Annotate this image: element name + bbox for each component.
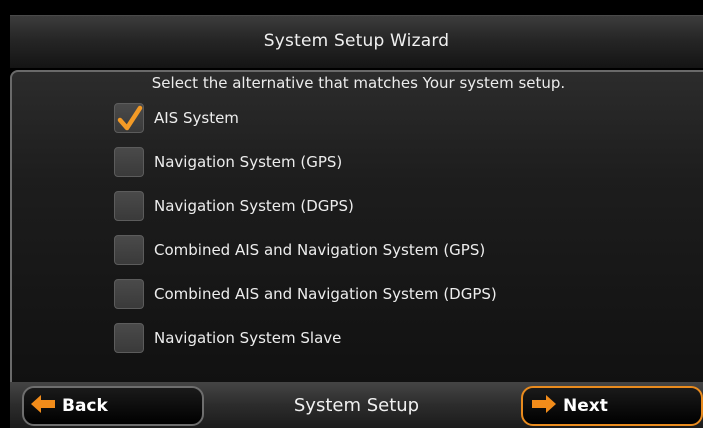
checkbox-nav-gps[interactable] (114, 147, 144, 177)
checkbox-ais-system[interactable] (114, 103, 144, 133)
option-nav-slave[interactable]: Navigation System Slave (114, 322, 341, 354)
checkbox-combined-gps[interactable] (114, 235, 144, 265)
option-combined-gps[interactable]: Combined AIS and Navigation System (GPS) (114, 234, 485, 266)
left-arrow-icon (30, 394, 56, 419)
page-title: System Setup Wizard (263, 31, 450, 51)
option-nav-gps[interactable]: Navigation System (GPS) (114, 146, 342, 178)
checkbox-nav-dgps[interactable] (114, 191, 144, 221)
next-button-label: Next (563, 396, 608, 416)
option-label: Navigation System (GPS) (154, 153, 343, 171)
checkbox-nav-slave[interactable] (114, 323, 144, 353)
option-label: Combined AIS and Navigation System (GPS) (154, 241, 486, 259)
option-label: Navigation System (DGPS) (154, 197, 354, 215)
option-label: Navigation System Slave (154, 329, 342, 347)
back-button[interactable]: Back (22, 386, 204, 426)
option-label: AIS System (154, 109, 239, 127)
option-combined-dgps[interactable]: Combined AIS and Navigation System (DGPS… (114, 278, 497, 310)
options-panel: Select the alternative that matches Your… (10, 70, 703, 382)
next-button[interactable]: Next (521, 386, 703, 426)
option-ais-system[interactable]: AIS System (114, 102, 239, 134)
title-bar: System Setup Wizard (10, 15, 703, 68)
option-nav-dgps[interactable]: Navigation System (DGPS) (114, 190, 354, 222)
right-arrow-icon (531, 394, 557, 419)
checkmark-icon (117, 105, 143, 131)
instruction-text: Select the alternative that matches Your… (151, 74, 566, 92)
back-button-label: Back (62, 396, 108, 416)
option-label: Combined AIS and Navigation System (DGPS… (154, 285, 497, 303)
app-screen: System Setup Wizard Select the alternati… (0, 0, 703, 428)
checkbox-combined-dgps[interactable] (114, 279, 144, 309)
bottom-bar: System Setup Back Next (10, 382, 703, 428)
